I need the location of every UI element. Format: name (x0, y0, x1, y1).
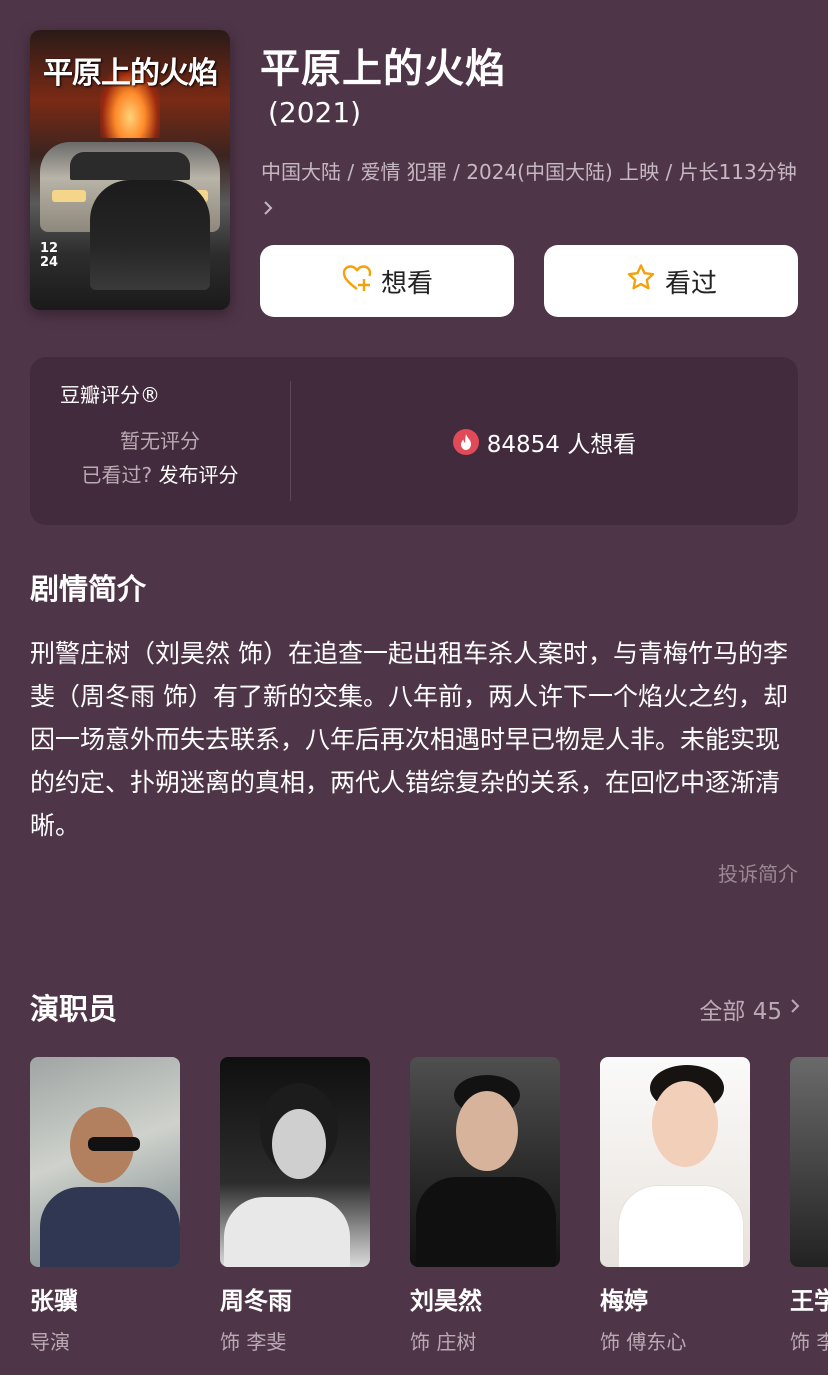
synopsis-text: 刑警庄树（刘昊然 饰）在追查一起出租车杀人案时，与青梅竹马的李斐（周冬雨 饰）有… (30, 639, 788, 840)
cast-photo (790, 1057, 828, 1267)
rating-card: 豆瓣评分® 暂无评分 已看过? 发布评分 84854 人想看 (30, 357, 798, 525)
cast-photo (410, 1057, 560, 1267)
cast-name: 王学 (790, 1287, 828, 1315)
poster-people (90, 180, 210, 290)
poster-title-text: 平原上的火焰 (43, 56, 218, 91)
report-synopsis-link[interactable]: 投诉简介 (718, 858, 798, 887)
cast-name: 周冬雨 (220, 1287, 292, 1315)
heart-plus-icon (341, 262, 373, 301)
publish-rating-link[interactable]: 发布评分 (158, 463, 238, 487)
chevron-right-icon (261, 196, 275, 220)
douban-rating-label: 豆瓣评分® (60, 383, 160, 407)
cast-member[interactable]: 刘昊然 饰 庄树 (410, 1057, 560, 1355)
movie-poster[interactable]: 平原上的火焰 12 24 (30, 30, 230, 310)
cast-role: 饰 庄树 (410, 1330, 477, 1354)
cast-role: 饰 李斐 (220, 1330, 287, 1354)
wish-count: 84854 人想看 (291, 425, 798, 459)
movie-detail-page: 平原上的火焰 12 24 平原上的火焰 (2021) 中国大陆 / 爱情 犯罪 /… (0, 0, 828, 1375)
movie-meta[interactable]: 中国大陆 / 爱情 犯罪 / 2024(中国大陆) 上映 / 片长113分钟 (261, 154, 801, 226)
poster-date: 12 24 (40, 241, 59, 270)
cast-photo (30, 1057, 180, 1267)
cast-heading: 演职员 (30, 992, 118, 1026)
cast-member[interactable]: 梅婷 饰 傅东心 (600, 1057, 750, 1355)
no-rating-text: 暂无评分 (120, 429, 200, 453)
star-icon (625, 262, 657, 301)
movie-year: (2021) (268, 96, 362, 129)
cast-photo (220, 1057, 370, 1267)
cast-role: 导演 (30, 1330, 70, 1354)
movie-meta-text: 中国大陆 / 爱情 犯罪 / 2024(中国大陆) 上映 / 片长113分钟 (261, 160, 797, 184)
watched-label: 看过 (664, 268, 717, 299)
cast-name: 梅婷 (600, 1287, 648, 1315)
cast-role: 饰 李 (790, 1330, 828, 1354)
cast-member[interactable]: 王学 饰 李 (790, 1057, 828, 1355)
cast-member[interactable]: 张骥 导演 (30, 1057, 180, 1355)
cast-all-link[interactable]: 全部 45 (699, 992, 802, 1026)
cast-name: 张骥 (30, 1287, 78, 1315)
cast-role: 饰 傅东心 (600, 1330, 687, 1354)
movie-title: 平原上的火焰 (260, 46, 506, 92)
synopsis-heading: 剧情简介 (30, 572, 147, 606)
cast-all-label: 全部 45 (699, 999, 782, 1025)
seen-question: 已看过? (81, 463, 153, 487)
watched-button[interactable]: 看过 (544, 245, 798, 317)
cast-photo (600, 1057, 750, 1267)
cast-name: 刘昊然 (410, 1287, 482, 1315)
cast-member[interactable]: 周冬雨 饰 李斐 (220, 1057, 370, 1355)
publish-rating-line: 已看过? 发布评分 (30, 459, 290, 488)
flame-icon (452, 429, 479, 455)
wish-count-text: 84854 人想看 (486, 432, 637, 458)
want-to-watch-label: 想看 (380, 268, 433, 299)
want-to-watch-button[interactable]: 想看 (260, 245, 514, 317)
chevron-right-icon (788, 996, 802, 1022)
cast-list[interactable]: 张骥 导演 周冬雨 饰 李斐 刘昊然 饰 庄树 梅婷 饰 傅东心 王学 饰 李 (30, 1057, 828, 1375)
